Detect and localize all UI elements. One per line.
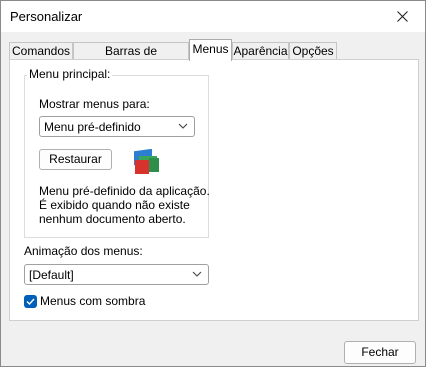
group-legend: Menu principal:	[27, 67, 113, 81]
restore-button-label: Restaurar	[49, 152, 102, 166]
description-text: Menu pré-definido da aplicação. É exibid…	[39, 184, 210, 226]
tab-label: Opções	[292, 44, 334, 58]
tab-label: Aparência	[233, 44, 288, 58]
chevron-down-icon	[192, 271, 202, 277]
tab-opcoes[interactable]: Opções	[289, 42, 337, 59]
tab-label: Menus	[192, 42, 229, 56]
menu-animation-select[interactable]: [Default]	[24, 264, 209, 285]
tab-comandos[interactable]: Comandos	[9, 42, 73, 59]
restore-button[interactable]: Restaurar	[39, 149, 112, 170]
select-value: Menu pré-definido	[44, 120, 141, 134]
close-icon	[396, 11, 408, 22]
title-bar: Personalizar	[1, 1, 425, 32]
close-dialog-button[interactable]: Fechar	[344, 341, 416, 364]
tab-barras-de-ferramentas[interactable]: Barras de ferramentas	[73, 42, 189, 75]
description-line: Menu pré-definido da aplicação.	[39, 184, 210, 198]
window-title: Personalizar	[10, 9, 83, 24]
chevron-down-icon	[178, 123, 188, 129]
close-dialog-button-label: Fechar	[361, 345, 399, 359]
tab-label: Comandos	[11, 44, 71, 58]
tab-panel-menus: Menu principal: Mostrar menus para: Menu…	[9, 59, 419, 321]
menu-animation-label: Animação dos menus:	[24, 244, 143, 258]
checkmark-icon	[26, 298, 35, 306]
description-line: nenhum documento aberto.	[39, 212, 186, 226]
menu-shadow-label: Menus com sombra	[40, 294, 146, 308]
select-value: [Default]	[29, 268, 74, 282]
description-line: É exibido quando não existe	[39, 198, 190, 212]
close-button[interactable]	[379, 1, 425, 32]
application-icon	[134, 149, 159, 174]
menu-shadow-checkbox[interactable]	[24, 295, 37, 308]
show-menus-for-label: Mostrar menus para:	[39, 97, 150, 111]
main-menu-group: Menu principal: Mostrar menus para: Menu…	[24, 67, 210, 238]
customize-dialog: Personalizar Comandos Barras de ferramen…	[0, 0, 426, 367]
show-menus-for-select[interactable]: Menu pré-definido	[39, 116, 195, 137]
tab-aparencia[interactable]: Aparência	[232, 42, 289, 59]
tab-menus[interactable]: Menus	[189, 39, 232, 61]
